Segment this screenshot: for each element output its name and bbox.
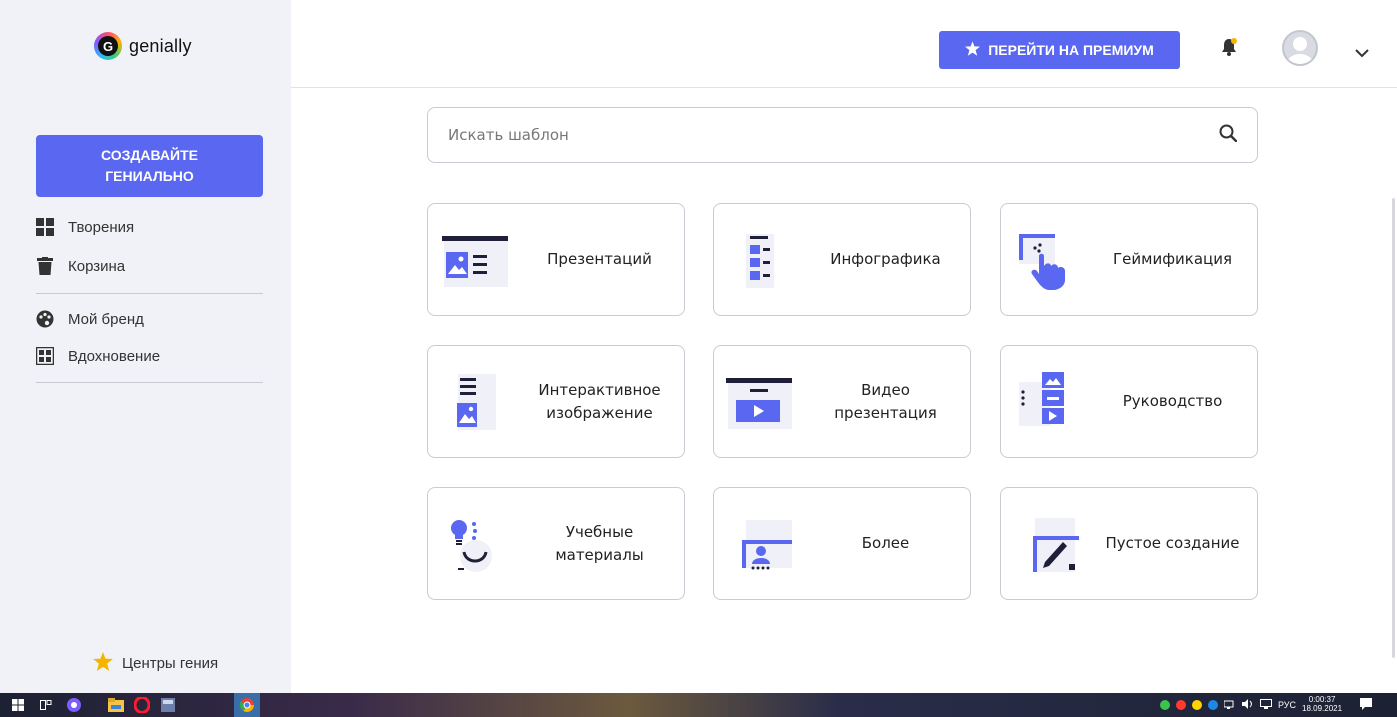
template-search[interactable] (427, 107, 1258, 163)
tray-icon[interactable] (1160, 700, 1170, 710)
logo-text: genially (129, 35, 192, 56)
premium-button-label: ПЕРЕЙТИ НА ПРЕМИУМ (988, 42, 1154, 58)
opera-icon[interactable] (134, 697, 150, 713)
genially-logo-icon: G (94, 32, 122, 60)
sidebar-item-label: Вдохновение (68, 347, 161, 365)
sidebar-item-label: Творения (68, 218, 135, 236)
star-icon (965, 41, 981, 59)
presentation-icon (440, 228, 512, 292)
blank-creation-icon (1013, 512, 1085, 576)
grid-icon (36, 218, 54, 236)
chrome-icon[interactable] (234, 693, 260, 717)
infographic-icon (726, 228, 798, 292)
sidebar-divider (36, 382, 263, 383)
card-label: Более (861, 534, 910, 553)
card-label: Инфографика (830, 250, 941, 269)
genius-centers-link[interactable]: Центры гения (93, 652, 218, 675)
sidebar-item-label: Корзина (68, 257, 126, 275)
more-icon (726, 512, 798, 576)
star-icon (93, 652, 113, 675)
system-tray: РУС 0:00:37 18.09.2021 (1160, 693, 1373, 717)
volume-icon[interactable] (1242, 699, 1254, 711)
go-premium-button[interactable]: ПЕРЕЙТИ НА ПРЕМИУМ (939, 31, 1180, 69)
card-label: Презентаций (547, 250, 652, 269)
chevron-down-icon[interactable] (1355, 43, 1369, 62)
card-label: Пустое создание (1105, 534, 1240, 553)
create-button[interactable]: СОЗДАВАЙТЕ ГЕНИАЛЬНО (36, 135, 263, 197)
keyboard-language[interactable]: РУС (1278, 700, 1296, 710)
card-label: Геймификация (1113, 250, 1232, 269)
inspiration-icon (36, 347, 54, 365)
genially-logo[interactable]: G genially (94, 32, 192, 60)
genius-centers-label: Центры гения (122, 655, 219, 672)
sidebar-item-my-brand[interactable]: Мой бренд (36, 310, 144, 328)
card-more[interactable]: Более (713, 487, 971, 600)
display-icon[interactable] (1260, 699, 1272, 711)
clock-date: 18.09.2021 (1302, 704, 1343, 713)
card-presentations[interactable]: Презентаций (427, 203, 685, 316)
search-icon[interactable] (1219, 124, 1238, 146)
file-explorer-icon[interactable] (108, 697, 124, 713)
user-avatar[interactable] (1282, 30, 1318, 66)
windows-start-icon[interactable] (10, 697, 26, 713)
sidebar-divider (36, 293, 263, 294)
video-presentation-icon (726, 370, 798, 434)
top-header: ПЕРЕЙТИ НА ПРЕМИУМ (291, 0, 1397, 88)
training-materials-icon (440, 512, 512, 576)
gamification-icon (1013, 228, 1085, 292)
trash-icon (36, 257, 54, 275)
windows-taskbar: РУС 0:00:37 18.09.2021 (0, 693, 1397, 717)
card-video-presentation[interactable]: Видео презентация (713, 345, 971, 458)
create-button-label: СОЗДАВАЙТЕ ГЕНИАЛЬНО (101, 147, 198, 184)
notifications-icon[interactable] (1360, 698, 1373, 712)
card-blank-creation[interactable]: Пустое создание (1000, 487, 1258, 600)
tray-icon[interactable] (1176, 700, 1186, 710)
card-label: Руководство (1122, 392, 1223, 411)
system-clock[interactable]: 0:00:37 18.09.2021 (1302, 695, 1343, 714)
sidebar: G genially СОЗДАВАЙТЕ ГЕНИАЛЬНО Творения… (0, 0, 291, 693)
sidebar-item-inspiration[interactable]: Вдохновение (36, 347, 160, 365)
sidebar-item-label: Мой бренд (68, 310, 144, 328)
notifications-bell-icon[interactable] (1221, 38, 1237, 60)
tray-icon[interactable] (1192, 700, 1202, 710)
tray-icon[interactable] (1208, 700, 1218, 710)
interactive-image-icon (440, 370, 512, 434)
sidebar-item-creations[interactable]: Творения (36, 218, 134, 236)
card-infographic[interactable]: Инфографика (713, 203, 971, 316)
calculator-app-icon[interactable] (160, 697, 176, 713)
card-gamification[interactable]: Геймификация (1000, 203, 1258, 316)
scrollbar-thumb[interactable] (1392, 198, 1395, 658)
card-label: Видео презентация (834, 381, 937, 422)
card-training-materials[interactable]: Учебные материалы (427, 487, 685, 600)
network-icon[interactable] (1223, 699, 1236, 711)
card-label: Учебные материалы (555, 523, 644, 564)
palette-icon (36, 310, 54, 328)
guide-icon (1013, 370, 1085, 434)
card-label: Интерактивное изображение (538, 381, 661, 422)
search-input[interactable] (448, 126, 1219, 144)
card-interactive-image[interactable]: Интерактивное изображение (427, 345, 685, 458)
task-view-icon[interactable] (38, 697, 54, 713)
alice-app-icon[interactable] (66, 697, 82, 713)
card-guide[interactable]: Руководство (1000, 345, 1258, 458)
sidebar-item-trash[interactable]: Корзина (36, 257, 125, 275)
